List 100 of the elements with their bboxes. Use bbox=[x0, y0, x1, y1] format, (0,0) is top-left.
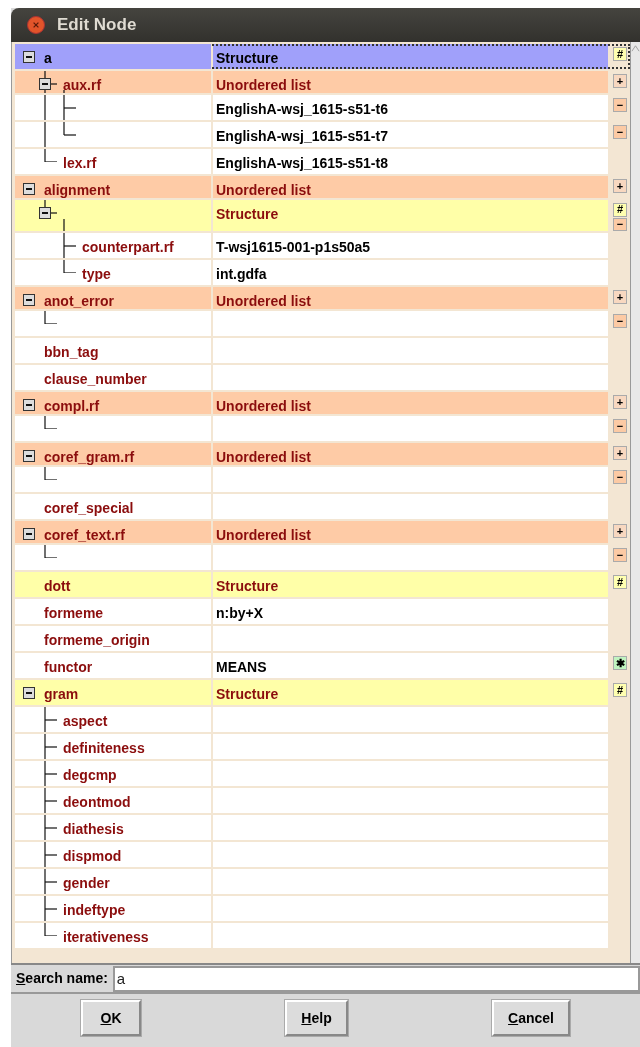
attribute-value: EnglishA-wsj_1615-s51-t6 bbox=[216, 100, 388, 119]
remove-button[interactable]: − bbox=[613, 314, 627, 328]
tree-connector bbox=[44, 95, 77, 120]
choice-button[interactable]: ✱ bbox=[613, 656, 627, 670]
tree-connector bbox=[44, 707, 58, 732]
remove-button[interactable]: − bbox=[613, 125, 627, 139]
attribute-value: T-wsj1615-001-p1s50a5 bbox=[216, 238, 371, 257]
attribute-value: EnglishA-wsj_1615-s51-t8 bbox=[216, 154, 388, 173]
attribute-name: gram bbox=[44, 685, 79, 704]
attribute-name: bbn_tag bbox=[44, 343, 99, 362]
close-button[interactable] bbox=[27, 16, 45, 34]
dialog-button[interactable]: Cancel bbox=[492, 1000, 570, 1036]
structure-button[interactable]: # bbox=[613, 575, 627, 589]
attribute-name: iterativeness bbox=[63, 928, 149, 947]
tree-connector bbox=[63, 260, 77, 273]
attribute-name: clause_number bbox=[44, 370, 147, 389]
window-title: Edit Node bbox=[57, 14, 137, 37]
attribute-name: compl.rf bbox=[44, 397, 100, 414]
attribute-name: functor bbox=[44, 658, 93, 677]
search-label: Search name: bbox=[16, 969, 108, 988]
add-button[interactable]: + bbox=[613, 74, 627, 88]
tree-connector bbox=[44, 815, 58, 840]
attribute-value: Unordered list bbox=[216, 292, 311, 311]
attribute-name: formeme bbox=[44, 604, 104, 623]
tree-connector bbox=[44, 71, 65, 93]
attribute-name: diathesis bbox=[63, 820, 124, 839]
tree-connector bbox=[44, 788, 58, 813]
tree-connector bbox=[44, 122, 77, 147]
attribute-name: aspect bbox=[63, 712, 108, 731]
attribute-name: alignment bbox=[44, 181, 111, 198]
add-button[interactable]: + bbox=[613, 290, 627, 304]
structure-button[interactable]: # bbox=[613, 683, 627, 697]
structure-button[interactable]: # bbox=[613, 47, 627, 61]
tree-connector bbox=[63, 233, 77, 258]
attribute-name: lex.rf bbox=[63, 154, 97, 173]
dialog-button[interactable]: Help bbox=[285, 1000, 348, 1036]
remove-button[interactable]: − bbox=[613, 548, 627, 562]
collapse-toggle[interactable] bbox=[39, 207, 51, 219]
attribute-name: gender bbox=[63, 874, 110, 893]
collapse-toggle[interactable] bbox=[39, 78, 51, 90]
add-button[interactable]: + bbox=[613, 179, 627, 193]
tree-connector bbox=[44, 761, 58, 786]
attribute-name: degcmp bbox=[63, 766, 117, 785]
tree-connector bbox=[44, 545, 58, 558]
tree-connector bbox=[44, 923, 58, 936]
attribute-value: Structure bbox=[216, 49, 279, 68]
remove-button[interactable]: − bbox=[613, 419, 627, 433]
attribute-value: Unordered list bbox=[216, 181, 311, 200]
attribute-name: type bbox=[82, 265, 111, 284]
attribute-value: Unordered list bbox=[216, 448, 311, 467]
tree-connector bbox=[44, 896, 58, 921]
attribute-name: coref_special bbox=[44, 499, 134, 518]
attribute-value: Structure bbox=[216, 577, 279, 596]
attribute-value: MEANS bbox=[216, 658, 267, 677]
attribute-name: formeme_origin bbox=[44, 631, 150, 650]
attribute-value: Unordered list bbox=[216, 526, 311, 545]
remove-button[interactable]: − bbox=[613, 217, 627, 231]
attribute-name: definiteness bbox=[63, 739, 145, 758]
collapse-toggle[interactable] bbox=[23, 399, 35, 411]
add-button[interactable]: + bbox=[613, 395, 627, 409]
dialog-button[interactable]: OK bbox=[81, 1000, 141, 1036]
attribute-value: EnglishA-wsj_1615-s51-t7 bbox=[216, 127, 388, 146]
tree-connector bbox=[44, 842, 58, 867]
attribute-value: Unordered list bbox=[216, 76, 311, 95]
attribute-name: aux.rf bbox=[63, 76, 102, 93]
attribute-value: n:by+X bbox=[216, 604, 264, 623]
attribute-name: a bbox=[44, 49, 52, 68]
attribute-name: deontmod bbox=[63, 793, 131, 812]
close-icon bbox=[32, 21, 40, 29]
attribute-name: indeftype bbox=[63, 901, 126, 920]
attribute-name: counterpart.rf bbox=[82, 238, 174, 257]
scrollbar[interactable] bbox=[630, 42, 640, 963]
collapse-toggle[interactable] bbox=[23, 528, 35, 540]
attribute-value: int.gdfa bbox=[216, 265, 267, 284]
collapse-toggle[interactable] bbox=[23, 183, 35, 195]
attribute-name: dott bbox=[44, 577, 71, 596]
tree-connector bbox=[44, 467, 58, 480]
structure-button[interactable]: # bbox=[613, 203, 627, 217]
tree-connector bbox=[44, 200, 65, 231]
tree-connector bbox=[44, 734, 58, 759]
attribute-name: anot_error bbox=[44, 292, 115, 309]
collapse-toggle[interactable] bbox=[23, 294, 35, 306]
attribute-name: coref_text.rf bbox=[44, 526, 125, 543]
attribute-value: Unordered list bbox=[216, 397, 311, 416]
tree-connector bbox=[44, 149, 58, 162]
attribute-value: Structure bbox=[216, 205, 279, 224]
add-button[interactable]: + bbox=[613, 524, 627, 538]
collapse-toggle[interactable] bbox=[23, 51, 35, 63]
attribute-value: Structure bbox=[216, 685, 279, 704]
collapse-toggle[interactable] bbox=[23, 687, 35, 699]
attribute-name: dispmod bbox=[63, 847, 122, 866]
tree-connector bbox=[44, 416, 58, 429]
remove-button[interactable]: − bbox=[613, 470, 627, 484]
tree-connector bbox=[44, 869, 58, 894]
search-field[interactable]: a bbox=[112, 965, 640, 992]
attribute-name: coref_gram.rf bbox=[44, 448, 135, 465]
collapse-toggle[interactable] bbox=[23, 450, 35, 462]
add-button[interactable]: + bbox=[613, 446, 627, 460]
tree-connector bbox=[44, 311, 58, 324]
remove-button[interactable]: − bbox=[613, 98, 627, 112]
